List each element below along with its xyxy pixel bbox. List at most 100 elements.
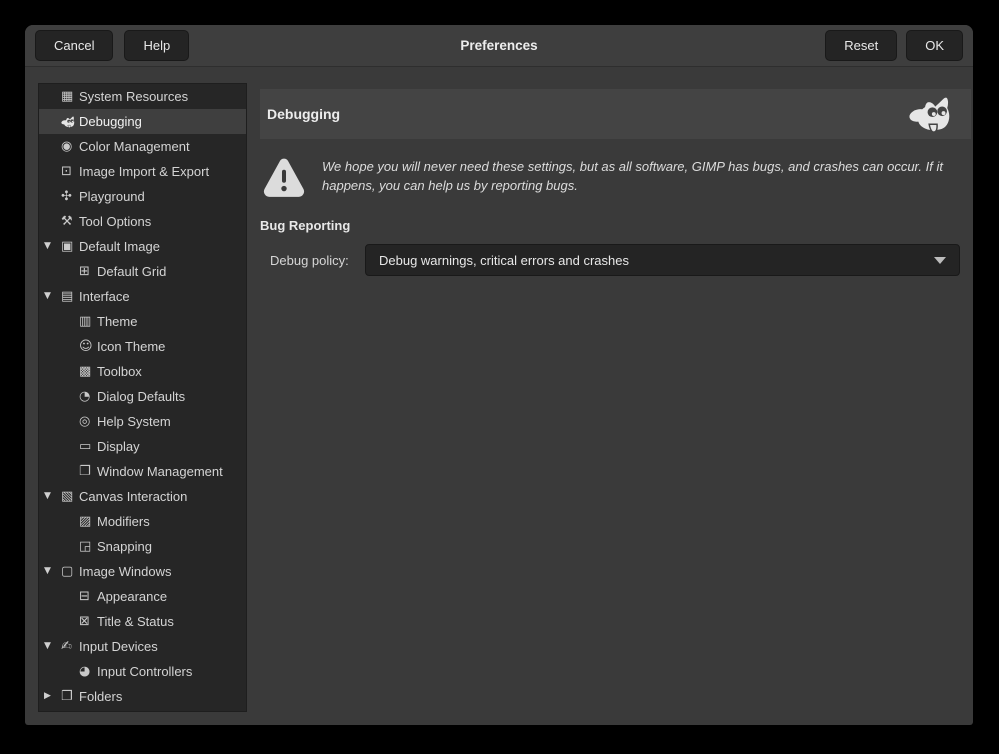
sidebar-item-label: Input Controllers	[97, 664, 192, 679]
sidebar-item-debugging[interactable]: Debugging	[39, 109, 246, 134]
sidebar-item-snapping[interactable]: ◲Snapping	[39, 534, 246, 559]
input-devices-icon: ✍	[61, 640, 78, 653]
sidebar-item-image-import-export[interactable]: ⊡Image Import & Export	[39, 159, 246, 184]
snapping-icon: ◲	[79, 540, 96, 553]
sidebar-item-label: Debugging	[79, 114, 142, 129]
ok-button[interactable]: OK	[906, 30, 963, 61]
sidebar-item-label: Snapping	[97, 539, 152, 554]
sidebar-item-label: Appearance	[97, 589, 167, 604]
sidebar-item-label: System Resources	[79, 89, 188, 104]
sidebar-item-label: Folders	[79, 689, 122, 704]
sidebar-item-color-management[interactable]: ◉Color Management	[39, 134, 246, 159]
collapse-arrow-icon[interactable]: ▼	[44, 292, 61, 301]
default-grid-icon: ⊞	[79, 265, 96, 278]
warning-triangle-icon	[263, 154, 305, 201]
titlebar-right-buttons: Reset OK	[825, 30, 963, 61]
icon-theme-icon: ☺	[79, 340, 96, 353]
sidebar-item-label: Display	[97, 439, 140, 454]
color-management-icon: ◉	[61, 140, 78, 153]
image-import-export-icon: ⊡	[61, 165, 78, 178]
toolbox-icon: ▩	[79, 365, 96, 378]
interface-icon: ▤	[61, 290, 78, 303]
debug-policy-dropdown[interactable]: Debug warnings, critical errors and cras…	[365, 244, 960, 276]
preferences-window: Cancel Help Preferences Reset OK ▦System…	[25, 25, 973, 725]
sidebar-item-folders[interactable]: ▶❒Folders	[39, 684, 246, 709]
section-title: Bug Reporting	[260, 218, 971, 233]
sidebar-item-window-management[interactable]: ❐Window Management	[39, 459, 246, 484]
sidebar-item-toolbox[interactable]: ▩Toolbox	[39, 359, 246, 384]
sidebar-item-label: Window Management	[97, 464, 223, 479]
sidebar-item-tool-options[interactable]: ⚒Tool Options	[39, 209, 246, 234]
titlebar: Cancel Help Preferences Reset OK	[25, 25, 973, 67]
playground-icon: ✣	[61, 190, 78, 203]
sidebar-item-default-grid[interactable]: ⊞Default Grid	[39, 259, 246, 284]
canvas-interaction-icon: ▧	[61, 490, 78, 503]
wilber-icon	[61, 116, 78, 128]
sidebar-item-label: Dialog Defaults	[97, 389, 185, 404]
sidebar-item-help-system[interactable]: ◎Help System	[39, 409, 246, 434]
sidebar-item-label: Input Devices	[79, 639, 158, 654]
sidebar-item-system-resources[interactable]: ▦System Resources	[39, 84, 246, 109]
sidebar-item-canvas-interaction[interactable]: ▼▧Canvas Interaction	[39, 484, 246, 509]
sidebar-item-label: Theme	[97, 314, 137, 329]
window-management-icon: ❐	[79, 465, 96, 478]
default-image-icon: ▣	[61, 240, 78, 253]
page-header: Debugging	[260, 89, 971, 139]
collapse-arrow-icon[interactable]: ▼	[44, 492, 61, 501]
window-body: ▦System Resources Debugging◉Color Manage…	[25, 67, 973, 723]
sidebar-item-image-windows[interactable]: ▼▢Image Windows	[39, 559, 246, 584]
reset-button[interactable]: Reset	[825, 30, 897, 61]
sidebar-item-label: Modifiers	[97, 514, 150, 529]
sidebar-item-label: Color Management	[79, 139, 190, 154]
appearance-icon: ⊟	[79, 590, 96, 603]
tool-options-icon: ⚒	[61, 215, 78, 228]
input-controllers-icon: ◕	[79, 665, 96, 678]
image-windows-icon: ▢	[61, 565, 78, 578]
sidebar-item-interface[interactable]: ▼▤Interface	[39, 284, 246, 309]
sidebar-item-dialog-defaults[interactable]: ◔Dialog Defaults	[39, 384, 246, 409]
sidebar-item-label: Default Grid	[97, 264, 166, 279]
chevron-down-icon	[934, 257, 946, 264]
sidebar-item-playground[interactable]: ✣Playground	[39, 184, 246, 209]
titlebar-left-buttons: Cancel Help	[35, 30, 189, 61]
bug-notice: We hope you will never need these settin…	[260, 154, 971, 201]
dialog-defaults-icon: ◔	[79, 390, 96, 403]
sidebar-item-input-devices[interactable]: ▼✍Input Devices	[39, 634, 246, 659]
sidebar-item-label: Canvas Interaction	[79, 489, 187, 504]
modifiers-icon: ▨	[79, 515, 96, 528]
sidebar-item-label: Help System	[97, 414, 171, 429]
sidebar-item-label: Toolbox	[97, 364, 142, 379]
theme-icon: ▥	[79, 315, 96, 328]
sidebar-item-title-status[interactable]: ⊠Title & Status	[39, 609, 246, 634]
collapse-arrow-icon[interactable]: ▼	[44, 242, 61, 251]
sidebar-item-label: Interface	[79, 289, 130, 304]
sidebar-item-label: Icon Theme	[97, 339, 165, 354]
system-resources-icon: ▦	[61, 90, 78, 103]
main-panel: Debugging We hope you will never need th…	[260, 67, 971, 276]
collapse-arrow-icon[interactable]: ▼	[44, 642, 61, 651]
display-icon: ▭	[79, 440, 96, 453]
sidebar-item-default-image[interactable]: ▼▣Default Image	[39, 234, 246, 259]
sidebar-item-appearance[interactable]: ⊟Appearance	[39, 584, 246, 609]
debug-policy-row: Debug policy: Debug warnings, critical e…	[260, 244, 971, 276]
title-status-icon: ⊠	[79, 615, 96, 628]
debug-policy-label: Debug policy:	[270, 253, 365, 268]
sidebar-item-theme[interactable]: ▥Theme	[39, 309, 246, 334]
folders-icon: ❒	[61, 690, 78, 703]
sidebar-item-modifiers[interactable]: ▨Modifiers	[39, 509, 246, 534]
wilber-gimp-mascot-icon	[908, 96, 955, 133]
notice-text: We hope you will never need these settin…	[322, 158, 954, 195]
sidebar-item-label: Playground	[79, 189, 145, 204]
cancel-button[interactable]: Cancel	[35, 30, 113, 61]
sidebar-item-label: Default Image	[79, 239, 160, 254]
sidebar-item-label: Image Import & Export	[79, 164, 209, 179]
preferences-category-tree: ▦System Resources Debugging◉Color Manage…	[38, 83, 247, 712]
help-button[interactable]: Help	[124, 30, 189, 61]
sidebar-item-icon-theme[interactable]: ☺Icon Theme	[39, 334, 246, 359]
sidebar-item-display[interactable]: ▭Display	[39, 434, 246, 459]
page-title: Debugging	[267, 106, 340, 122]
debug-policy-value: Debug warnings, critical errors and cras…	[379, 253, 629, 268]
collapse-arrow-icon[interactable]: ▼	[44, 567, 61, 576]
expand-arrow-icon[interactable]: ▶	[44, 692, 61, 701]
sidebar-item-input-controllers[interactable]: ◕Input Controllers	[39, 659, 246, 684]
